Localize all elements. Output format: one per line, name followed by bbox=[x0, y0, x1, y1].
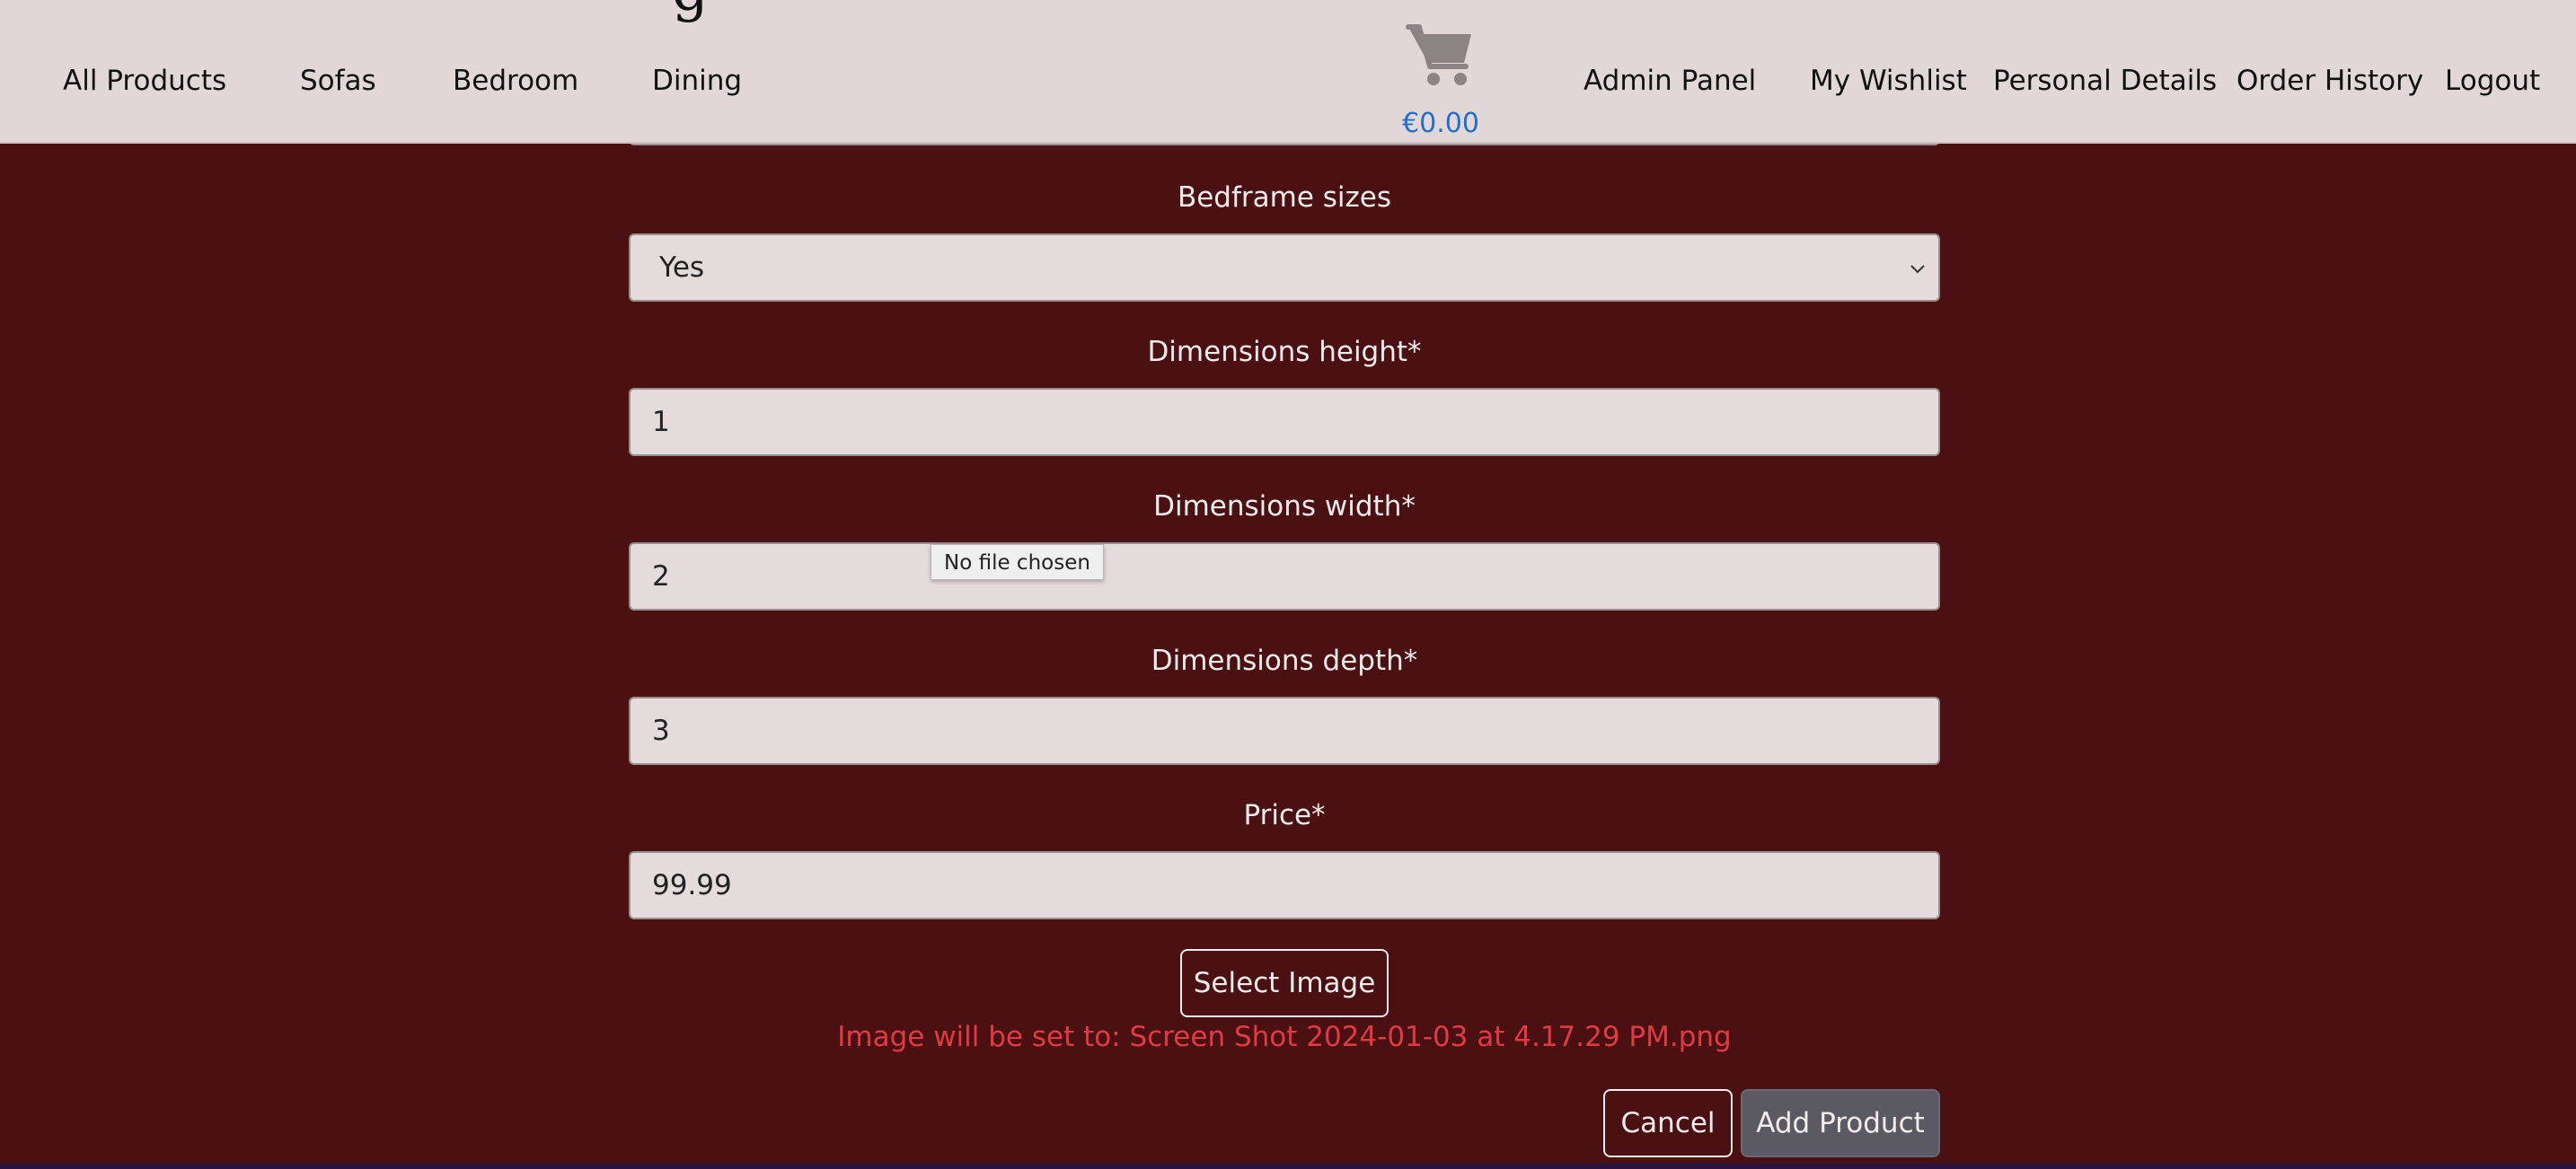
top-navbar: g All Products Sofas Bedroom Dining €0.0… bbox=[0, 0, 2576, 144]
select-image-button[interactable]: Select Image bbox=[1180, 949, 1389, 1017]
price-label: Price* bbox=[1243, 799, 1326, 831]
price-input[interactable]: 99.99 bbox=[629, 851, 1940, 919]
bottom-edge-strip bbox=[0, 1164, 2576, 1169]
nav-bedroom[interactable]: Bedroom bbox=[453, 65, 578, 97]
nav-my-wishlist[interactable]: My Wishlist bbox=[1810, 65, 1967, 97]
add-product-button[interactable]: Add Product bbox=[1741, 1089, 1940, 1157]
nav-personal-details[interactable]: Personal Details bbox=[1993, 65, 2217, 97]
chevron-down-icon bbox=[1910, 265, 1925, 274]
nav-sofas[interactable]: Sofas bbox=[300, 65, 376, 97]
bedframe-sizes-select[interactable]: Yes bbox=[629, 233, 1940, 302]
bedframe-sizes-value: Yes bbox=[659, 251, 705, 284]
image-selection-note: Image will be set to: Screen Shot 2024-0… bbox=[837, 1021, 1732, 1053]
cancel-button[interactable]: Cancel bbox=[1603, 1089, 1733, 1157]
dimensions-height-label: Dimensions height* bbox=[1147, 336, 1422, 368]
cart-total[interactable]: €0.00 bbox=[1383, 108, 1498, 139]
cart-button[interactable] bbox=[1398, 22, 1484, 88]
nav-logout[interactable]: Logout bbox=[2445, 65, 2540, 97]
nav-order-history[interactable]: Order History bbox=[2236, 65, 2423, 97]
dimensions-depth-input[interactable]: 3 bbox=[629, 697, 1940, 765]
file-tooltip: No file chosen bbox=[931, 544, 1104, 580]
dimensions-height-input[interactable]: 1 bbox=[629, 388, 1940, 456]
nav-admin-panel[interactable]: Admin Panel bbox=[1584, 65, 1756, 97]
dimensions-width-label: Dimensions width* bbox=[1153, 490, 1416, 523]
dimensions-width-input[interactable]: 2 bbox=[629, 542, 1940, 611]
nav-dining[interactable]: Dining bbox=[652, 65, 742, 97]
logo-fragment: g bbox=[672, 0, 728, 20]
dimensions-depth-label: Dimensions depth* bbox=[1151, 645, 1418, 677]
add-product-form: Bedframe sizes Yes Dimensions height* 1 … bbox=[0, 0, 2576, 1169]
shopping-cart-icon bbox=[1406, 24, 1471, 85]
bedframe-sizes-label: Bedframe sizes bbox=[1177, 181, 1392, 214]
nav-all-products[interactable]: All Products bbox=[63, 65, 226, 97]
